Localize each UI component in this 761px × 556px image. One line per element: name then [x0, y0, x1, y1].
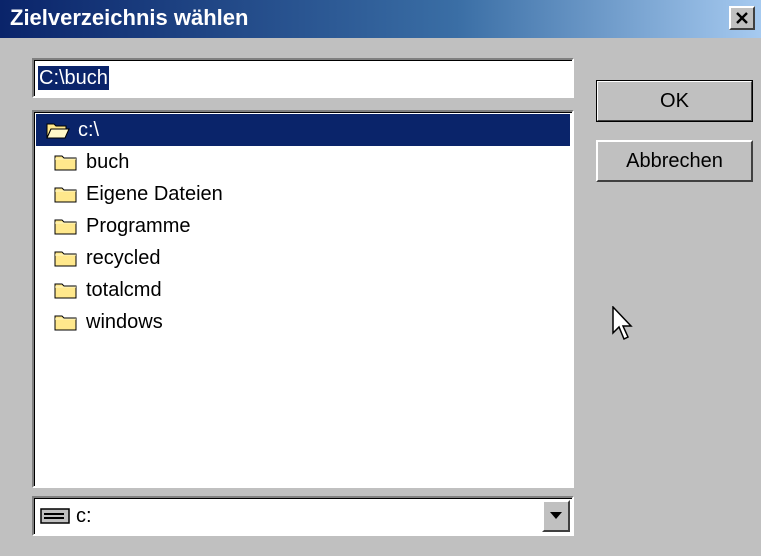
drive-dropdown-button[interactable]	[542, 500, 570, 532]
folder-item-label: buch	[86, 151, 130, 173]
select-directory-dialog: Zielverzeichnis wählen C:\buch c:\ buch	[0, 0, 761, 556]
folder-icon	[54, 315, 77, 331]
folder-item-label: windows	[86, 311, 163, 333]
folder-item-totalcmd[interactable]: totalcmd	[36, 274, 570, 306]
close-button[interactable]	[729, 6, 755, 30]
folder-item-label: Programme	[86, 215, 191, 237]
folder-item-root[interactable]: c:\	[36, 114, 570, 146]
folder-item-label: Eigene Dateien	[86, 183, 223, 205]
folder-item-label: totalcmd	[86, 279, 162, 301]
folder-item-label: c:\	[78, 119, 100, 141]
folder-item-eigene-dateien[interactable]: Eigene Dateien	[36, 178, 570, 210]
path-input-value: C:\buch	[38, 66, 109, 90]
path-input[interactable]: C:\buch	[32, 58, 574, 98]
drive-select-value: c:	[76, 505, 92, 527]
folder-item-programme[interactable]: Programme	[36, 210, 570, 242]
ok-button[interactable]: OK	[596, 80, 753, 122]
folder-item-label: recycled	[86, 247, 161, 269]
chevron-down-icon	[550, 512, 562, 519]
cancel-button[interactable]: Abbrechen	[596, 140, 753, 182]
mouse-cursor-icon	[612, 306, 633, 341]
drive-icon	[40, 508, 70, 524]
drive-select[interactable]: c:	[32, 496, 574, 536]
folder-item-windows[interactable]: windows	[36, 306, 570, 338]
folder-icon	[54, 283, 77, 299]
folder-icon	[54, 251, 77, 267]
folder-icon	[54, 187, 77, 203]
folder-list[interactable]: c:\ buch Eigene Dateien Programme recycl…	[32, 110, 574, 488]
open-folder-icon	[46, 123, 70, 139]
folder-icon	[54, 155, 77, 171]
title-bar[interactable]: Zielverzeichnis wählen	[0, 0, 761, 38]
dialog-title: Zielverzeichnis wählen	[10, 5, 249, 30]
folder-item-buch[interactable]: buch	[36, 146, 570, 178]
folder-item-recycled[interactable]: recycled	[36, 242, 570, 274]
close-icon	[736, 12, 748, 24]
folder-icon	[54, 219, 77, 235]
